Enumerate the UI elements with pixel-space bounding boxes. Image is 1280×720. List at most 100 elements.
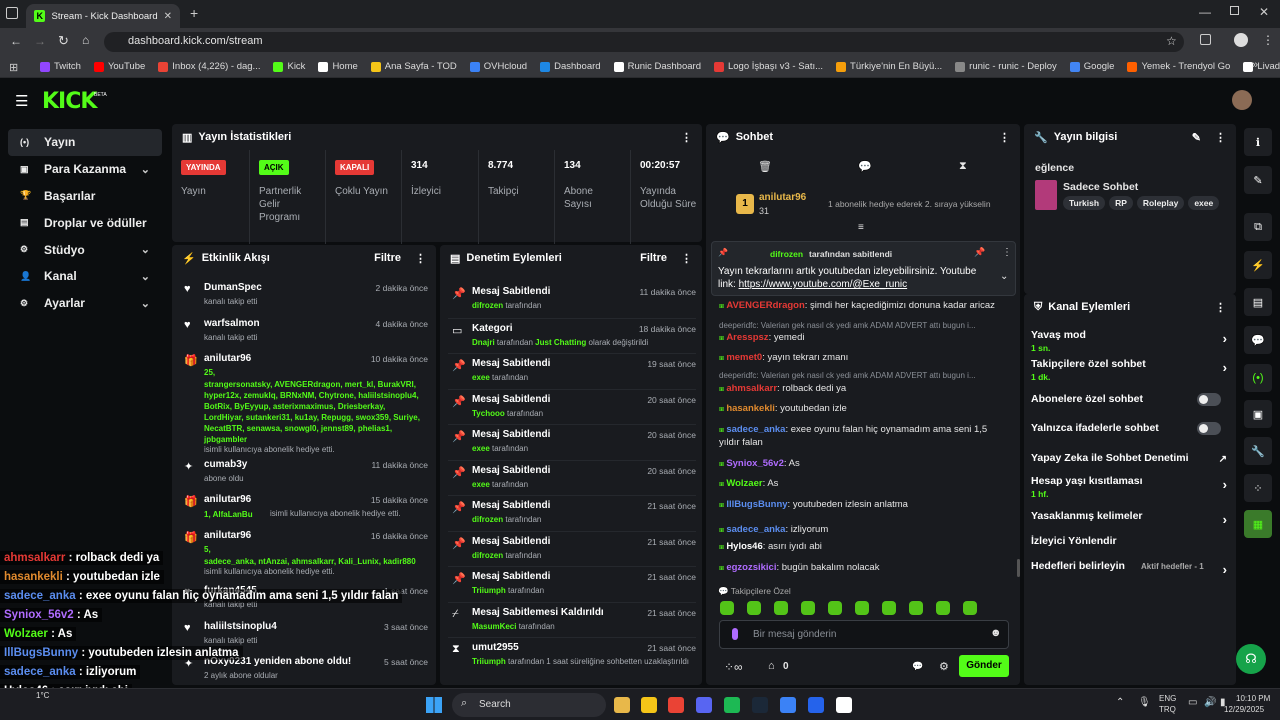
stream-tag[interactable]: Turkish [1063,196,1106,210]
chevron-down-icon[interactable]: ⌄ [141,297,150,310]
maximize-icon[interactable] [1230,6,1239,15]
moderator-name[interactable]: difrozen [472,515,503,524]
more-options-icon[interactable]: ⋮ [415,252,426,265]
chat-username[interactable]: Syniox_56v2 [726,458,784,469]
profile-icon[interactable] [1234,33,1248,47]
chrome-icon[interactable] [668,697,684,713]
moderator-name[interactable]: exee [472,444,490,453]
new-tab-icon[interactable]: + [190,5,198,21]
activity-user[interactable]: warfsalmon [204,318,260,329]
lang-1[interactable]: ENG [1159,694,1176,703]
moderator-name[interactable]: Triiumph [472,657,506,666]
spotify-icon[interactable] [724,697,740,713]
moderator-name[interactable]: Tychooo [472,409,505,418]
hamburger-menu-icon[interactable]: ☰ [15,92,28,110]
bookmark-item[interactable]: Ana Sayfa - TOD [370,61,457,72]
chat-username[interactable]: sadece_anka [726,524,785,535]
chat-username[interactable]: AVENGERdragon [726,300,804,311]
bookmark-item[interactable]: Türkiye'nin En Büyü... [836,61,942,72]
extensions-icon[interactable] [1200,34,1211,45]
toggle-switch[interactable] [1197,393,1221,406]
channel-action-item[interactable]: Hedefleri belirleyin Aktif hedefler - 1 › [1031,560,1227,577]
file-explorer-icon[interactable] [614,697,630,713]
filter-button[interactable]: Filtre [374,252,401,264]
gear-icon[interactable]: ⚙ [939,660,949,673]
bookmark-item[interactable]: YouTube [93,61,145,72]
chevron-down-icon[interactable]: ⌄ [141,243,150,256]
chat-username[interactable]: egzozsikici [726,562,776,573]
kick-logo[interactable]: KICK [42,89,97,114]
close-tab-icon[interactable]: ✕ [164,11,172,22]
channel-action-item[interactable]: İzleyici Yönlendir [1031,535,1227,547]
activity-user[interactable]: haliilstsinoplu4 [204,621,277,632]
sidebar-item-0[interactable]: (•) Yayın [8,129,162,156]
moderator-name[interactable]: difrozen [472,551,503,560]
bookmark-item[interactable]: Inbox (4,226) - dag... [158,61,260,72]
infinity-icon[interactable]: ⁘∞ [724,660,743,674]
activity-user[interactable]: cumab3y [204,459,247,470]
bookmark-star-icon[interactable]: ☆ [1166,34,1177,48]
moderator-name[interactable]: exee [472,373,490,382]
close-window-icon[interactable]: ✕ [1259,5,1269,19]
reload-icon[interactable]: ↻ [58,33,69,49]
collapse-icon[interactable]: ≡ [858,222,864,233]
bookmark-item[interactable]: Logo İşbaşı v3 - Satı... [713,61,823,72]
chevron-down-icon[interactable]: ⌄ [141,163,150,176]
channel-action-item[interactable]: Abonelere özel sohbet [1031,393,1227,406]
support-chat-button[interactable]: ☊ [1236,644,1266,674]
activity-user[interactable]: anilutar96 [204,353,251,364]
minimize-icon[interactable]: — [1199,5,1211,19]
search-box[interactable]: ⌕ Search [452,693,606,717]
activity-user[interactable]: anilutar96 [204,494,251,505]
sidebar-item-5[interactable]: 👤 Kanal ⌄ [8,263,162,290]
clock-time[interactable]: 10:10 PM [1236,694,1270,703]
activity-user[interactable]: anilutar96 [204,530,251,541]
unpin-icon[interactable]: 📌 [974,247,985,258]
emote-icon[interactable] [828,601,842,615]
chat-username[interactable]: memet0 [726,352,762,363]
more-options-icon[interactable]: ⋮ [1002,247,1012,258]
sidebar-item-1[interactable]: ▣ Para Kazanma ⌄ [8,156,162,183]
emote-icon[interactable] [720,601,734,615]
emote-icon[interactable] [774,601,788,615]
toggle-switch[interactable] [1197,422,1221,435]
bolt-icon[interactable]: ⚡ [1244,251,1272,279]
emote-icon[interactable] [909,601,923,615]
chat-username[interactable]: ahmsalkarr [726,383,777,394]
back-icon[interactable]: ← [10,34,22,48]
app-icon[interactable] [808,697,824,713]
more-options-icon[interactable]: ⋮ [681,131,692,144]
trash-icon[interactable]: 🗑 [758,160,772,173]
chat-username[interactable]: hasankekli [726,403,775,414]
chat-username[interactable]: Aresspsz [726,332,768,343]
bookmark-item[interactable]: runic - runic - Deploy [955,61,1057,72]
sidebar-item-6[interactable]: ⚙ Ayarlar ⌄ [8,290,162,317]
clock-date[interactable]: 12/29/2025 [1224,705,1264,714]
broadcast-icon[interactable]: (•) [1244,364,1272,392]
filter-button[interactable]: Filtre [640,252,667,264]
wrench-icon[interactable]: 🔧 [1244,437,1272,465]
chevron-right-icon[interactable]: › [1223,512,1227,527]
home-icon[interactable]: ⌂ [82,33,89,47]
bookmark-item[interactable]: Google [1069,61,1114,72]
sidebar-item-4[interactable]: ⚙ Stüdyo ⌄ [8,236,162,263]
external-link-icon[interactable]: ↗ [1219,454,1227,465]
emoji-icon[interactable]: ☻ [990,627,1002,639]
chat-username[interactable]: Wolzaer [726,478,762,489]
chat-scrollbar[interactable] [1017,559,1020,577]
stream-tag[interactable]: RP [1109,196,1133,210]
more-options-icon[interactable]: ⋮ [681,252,692,265]
emote-icon[interactable] [963,601,977,615]
chevron-right-icon[interactable]: › [1223,360,1227,375]
steam-icon[interactable] [752,697,768,713]
bookmark-item[interactable]: Runic Dashboard [613,61,701,72]
chevron-right-icon[interactable]: › [1223,562,1227,577]
channel-action-item[interactable]: Yapay Zeka ile Sohbet Denetimi ↗ [1031,452,1227,465]
channel-action-item[interactable]: Yavaş mod 1 sn. › [1031,329,1227,353]
folder-icon[interactable] [641,697,657,713]
mic-icon[interactable] [732,628,738,640]
bookmark-item[interactable]: Twitch [40,61,81,72]
info-icon[interactable]: ℹ [1244,128,1272,156]
chevron-down-icon[interactable]: ⌄ [1000,271,1008,282]
moderator-name[interactable]: difrozen [472,301,503,310]
